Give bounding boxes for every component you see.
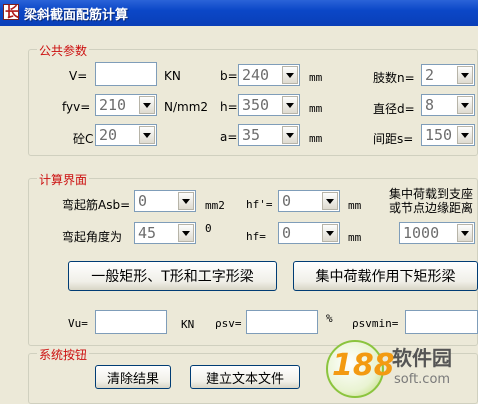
hf2-unit: mm bbox=[348, 231, 362, 244]
title-bar[interactable]: 长 梁斜截面配筋计算 bbox=[0, 0, 478, 26]
asb-select[interactable]: 0 bbox=[134, 190, 196, 212]
hf1-select[interactable]: 0 bbox=[278, 190, 340, 212]
diameter-label: 直径d= bbox=[373, 102, 415, 116]
diameter-select[interactable]: 8 bbox=[421, 94, 475, 116]
h-label: h= bbox=[220, 100, 238, 114]
b-label: b= bbox=[220, 69, 238, 83]
chevron-down-icon[interactable] bbox=[322, 224, 338, 242]
psv-output bbox=[246, 310, 318, 334]
concrete-label: 砼C bbox=[73, 132, 94, 146]
v-input[interactable] bbox=[95, 62, 157, 86]
group-title-calc: 计算界面 bbox=[37, 171, 90, 188]
hf2-select[interactable]: 0 bbox=[278, 222, 340, 244]
hf2-label: hf= bbox=[246, 230, 266, 243]
asb-label: 弯起筋Asb= bbox=[62, 198, 131, 212]
psvmin-label: ρsvmin= bbox=[352, 317, 399, 330]
distance-select[interactable]: 1000 bbox=[399, 222, 475, 244]
a-unit: mm bbox=[309, 132, 323, 145]
chevron-down-icon[interactable] bbox=[282, 126, 298, 144]
chevron-down-icon[interactable] bbox=[282, 66, 298, 84]
psvmin-output bbox=[405, 310, 478, 334]
v-label: V= bbox=[69, 69, 88, 83]
asb-unit: mm2 bbox=[205, 199, 225, 212]
clear-results-button[interactable]: 清除结果 bbox=[95, 365, 171, 389]
watermark-site: soft.com bbox=[394, 372, 451, 387]
create-text-file-button[interactable]: 建立文本文件 bbox=[190, 365, 300, 389]
h-select[interactable]: 350 bbox=[238, 94, 300, 116]
calc-concentrated-beam-button[interactable]: 集中荷载作用下矩形梁 bbox=[293, 261, 478, 291]
b-select[interactable]: 240 bbox=[238, 64, 300, 86]
chevron-down-icon[interactable] bbox=[282, 96, 298, 114]
group-title-public: 公共参数 bbox=[37, 42, 90, 59]
v-unit: KN bbox=[164, 69, 181, 83]
fyv-select[interactable]: 210 bbox=[95, 94, 157, 116]
chevron-down-icon[interactable] bbox=[457, 224, 473, 242]
watermark-logo: 188 软件园 soft.com bbox=[320, 334, 478, 404]
psv-unit: % bbox=[326, 312, 333, 325]
chevron-down-icon[interactable] bbox=[178, 224, 194, 242]
psv-label: ρsv= bbox=[215, 317, 242, 330]
concrete-select[interactable]: 20 bbox=[95, 124, 157, 146]
h-unit: mm bbox=[309, 102, 323, 115]
vu-label: Vu= bbox=[68, 317, 88, 330]
chevron-down-icon[interactable] bbox=[139, 126, 155, 144]
angle-unit: 0 bbox=[205, 222, 212, 235]
chevron-down-icon[interactable] bbox=[322, 192, 338, 210]
app-icon: 长 bbox=[3, 4, 19, 21]
legs-select[interactable]: 2 bbox=[421, 64, 475, 86]
window-title: 梁斜截面配筋计算 bbox=[24, 8, 129, 23]
watermark-number: 188 bbox=[332, 348, 395, 383]
chevron-down-icon[interactable] bbox=[457, 96, 473, 114]
spacing-select[interactable]: 150 bbox=[421, 124, 475, 146]
group-title-system: 系统按钮 bbox=[37, 346, 90, 363]
hf1-label: hf'= bbox=[246, 198, 273, 211]
conc-note-line2: 或节点边缘距离 bbox=[389, 201, 474, 215]
chevron-down-icon[interactable] bbox=[178, 192, 194, 210]
fyv-unit: N/mm2 bbox=[164, 100, 209, 114]
watermark-name: 软件园 bbox=[392, 346, 452, 370]
angle-select[interactable]: 45 bbox=[134, 222, 196, 244]
chevron-down-icon[interactable] bbox=[457, 66, 473, 84]
a-label: a= bbox=[220, 130, 238, 144]
calc-general-beam-button[interactable]: 一般矩形、T形和工字形梁 bbox=[68, 261, 277, 291]
angle-label: 弯起角度为 bbox=[62, 230, 123, 244]
spacing-label: 间距s= bbox=[373, 132, 414, 146]
vu-output bbox=[95, 310, 167, 334]
b-unit: mm bbox=[309, 71, 323, 84]
vu-unit: KN bbox=[181, 318, 195, 331]
fyv-label: fyv= bbox=[62, 100, 91, 114]
chevron-down-icon[interactable] bbox=[457, 126, 473, 144]
chevron-down-icon[interactable] bbox=[139, 96, 155, 114]
a-select[interactable]: 35 bbox=[238, 124, 300, 146]
hf1-unit: mm bbox=[348, 199, 362, 212]
legs-label: 肢数n= bbox=[373, 71, 415, 85]
